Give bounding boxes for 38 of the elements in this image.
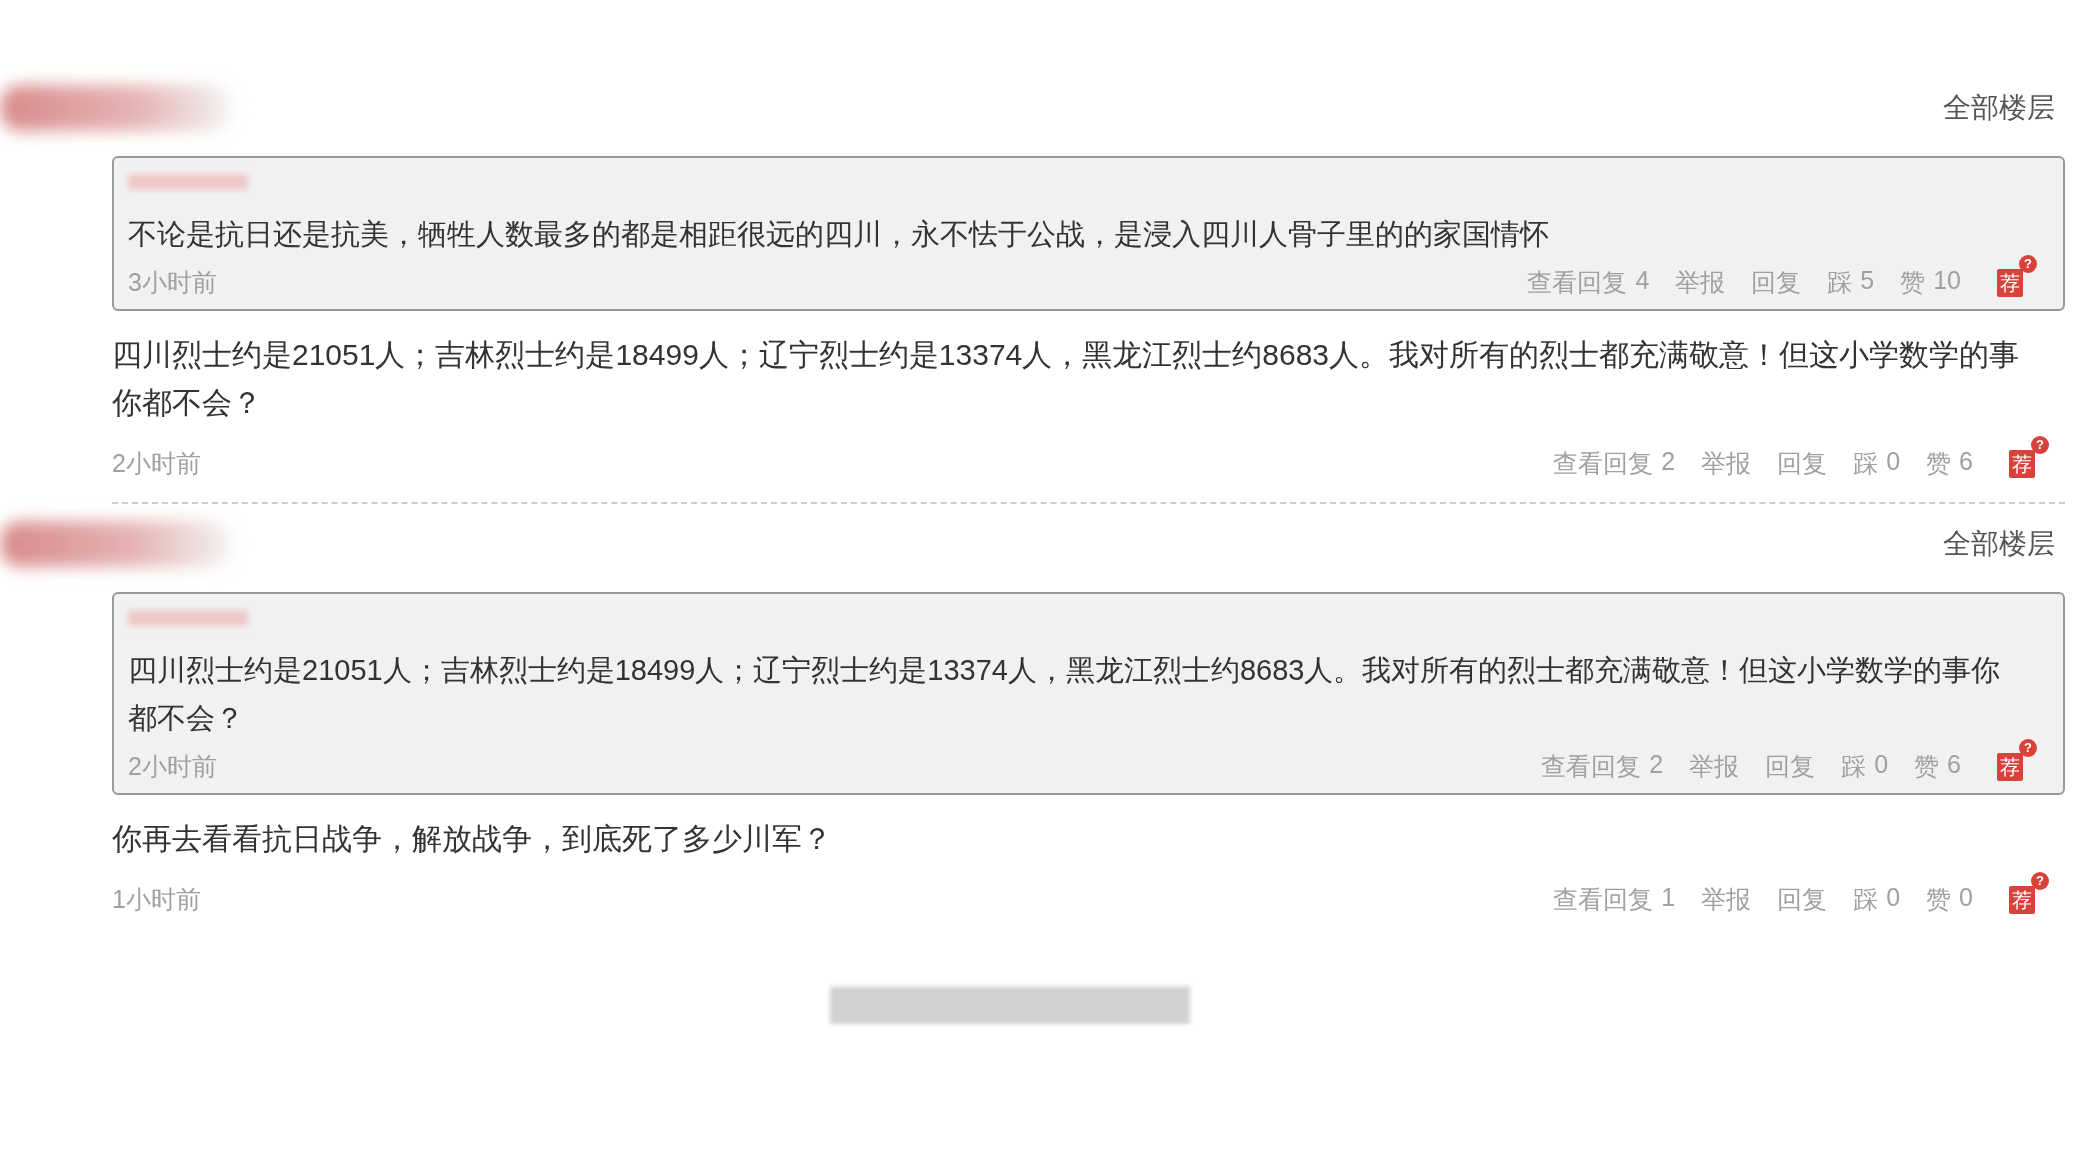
post-time: 2小时前: [112, 448, 201, 479]
action-link[interactable]: 踩 5: [1827, 266, 1875, 299]
action-link[interactable]: 回复: [1765, 750, 1816, 783]
action-link[interactable]: 踩 0: [1841, 750, 1889, 783]
quoted-comment: 四川烈士约是21051人；吉林烈士约是18499人；辽宁烈士约是13374人，黑龙江烈士约8683人。我对所有的烈士都充满敬意！但这小学数学的事你都不会？: [128, 653, 2002, 736]
action-link[interactable]: 查看回复 2: [1541, 750, 1664, 783]
action-link[interactable]: 回复: [1777, 447, 1828, 480]
reply-comment: 你再去看看抗日战争，解放战争，到底死了多少川军？: [112, 821, 833, 857]
action-link[interactable]: 赞 0: [1926, 883, 1973, 916]
help-badge[interactable]: ?: [2031, 871, 2049, 890]
recommend-badge[interactable]: 荐: [2009, 885, 2035, 914]
recommend-badge[interactable]: 荐: [2009, 449, 2035, 478]
action-link[interactable]: 查看回复 1: [1553, 883, 1676, 916]
help-badge[interactable]: ?: [2019, 738, 2037, 757]
action-link[interactable]: 踩 0: [1853, 447, 1901, 480]
action-link[interactable]: 举报: [1689, 750, 1740, 783]
action-link[interactable]: 举报: [1675, 266, 1726, 299]
action-link[interactable]: 赞 6: [1914, 750, 1961, 783]
all-floors-link[interactable]: 全部楼层: [1943, 89, 2055, 127]
action-link[interactable]: 查看回复 2: [1553, 447, 1676, 480]
help-badge[interactable]: ?: [2031, 435, 2049, 454]
recommend-badge[interactable]: 荐: [1997, 752, 2023, 781]
action-link[interactable]: 回复: [1777, 883, 1828, 916]
post-time: 1小时前: [112, 884, 201, 915]
action-link[interactable]: 举报: [1701, 447, 1752, 480]
action-link[interactable]: 举报: [1701, 883, 1752, 916]
reply-comment: 四川烈士约是21051人；吉林烈士约是18499人；辽宁烈士约是13374人，黑龙江烈士约8683人。我对所有的烈士都充满敬意！但这小学数学的事你都不会？: [112, 337, 2020, 421]
post-time: 2小时前: [128, 751, 217, 782]
recommend-badge[interactable]: 荐: [1997, 268, 2023, 297]
action-link[interactable]: 赞 10: [1900, 266, 1961, 299]
action-link[interactable]: 查看回复 4: [1527, 266, 1650, 299]
action-link[interactable]: 踩 0: [1853, 883, 1901, 916]
action-link[interactable]: 赞 6: [1926, 447, 1973, 480]
action-link[interactable]: 回复: [1751, 266, 1802, 299]
post-time: 3小时前: [128, 267, 217, 298]
all-floors-link[interactable]: 全部楼层: [1943, 525, 2055, 563]
quoted-comment: 不论是抗日还是抗美，牺牲人数最多的都是相距很远的四川，永不怯于公战，是浸入四川人骨子里的的家国情怀: [128, 217, 1550, 252]
help-badge[interactable]: ?: [2019, 254, 2037, 273]
